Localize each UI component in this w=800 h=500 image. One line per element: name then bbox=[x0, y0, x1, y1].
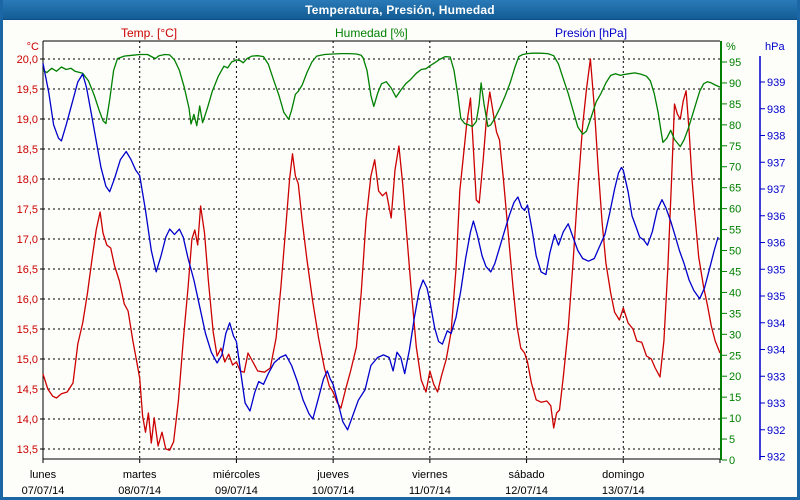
humidity-axis-unit: % bbox=[726, 41, 736, 53]
temp-tick-label: 17,5 bbox=[17, 204, 38, 216]
temp-axis-unit: °C bbox=[27, 41, 39, 53]
pressure-tick-label: 937 bbox=[767, 184, 785, 196]
temp-tick-label: 15,5 bbox=[17, 324, 38, 336]
date-label: 08/07/14 bbox=[118, 485, 161, 497]
temp-tick-label: 16,5 bbox=[17, 264, 38, 276]
humidity-tick-label: 15 bbox=[729, 392, 741, 404]
weekday-label: sábado bbox=[509, 469, 545, 481]
pressure-tick-label: 936 bbox=[767, 211, 785, 223]
date-label: 12/07/14 bbox=[505, 485, 548, 497]
weekday-label: jueves bbox=[316, 469, 349, 481]
humidity-tick-label: 70 bbox=[729, 162, 741, 174]
date-label: 07/07/14 bbox=[22, 485, 65, 497]
date-label: 13/07/14 bbox=[602, 485, 645, 497]
temp-tick-label: 14,0 bbox=[17, 414, 38, 426]
humidity-tick-label: 40 bbox=[729, 287, 741, 299]
pressure-tick-label: 934 bbox=[767, 318, 785, 330]
humidity-tick-label: 50 bbox=[729, 246, 741, 258]
humidity-tick-label: 35 bbox=[729, 308, 741, 320]
humidity-tick-label: 55 bbox=[729, 225, 741, 237]
humidity-tick-label: 30 bbox=[729, 329, 741, 341]
humidity-series-line bbox=[43, 53, 720, 146]
temperature-series-line bbox=[43, 59, 720, 450]
pressure-tick-label: 932 bbox=[767, 425, 785, 437]
pressure-tick-label: 935 bbox=[767, 291, 785, 303]
pressure-axis-unit: hPa bbox=[765, 41, 785, 53]
temp-tick-label: 20,0 bbox=[17, 54, 38, 66]
temp-tick-label: 14,5 bbox=[17, 384, 38, 396]
humidity-tick-label: 75 bbox=[729, 141, 741, 153]
humidity-tick-label: 10 bbox=[729, 413, 741, 425]
humidity-tick-label: 65 bbox=[729, 183, 741, 195]
weekday-label: domingo bbox=[602, 469, 644, 481]
pressure-tick-label: 932 bbox=[767, 452, 785, 464]
date-label: 11/07/14 bbox=[409, 485, 451, 497]
pressure-tick-label: 933 bbox=[767, 371, 785, 383]
temp-tick-label: 19,5 bbox=[17, 84, 38, 96]
pressure-tick-label: 937 bbox=[767, 157, 785, 169]
temp-tick-label: 18,0 bbox=[17, 174, 38, 186]
weekday-label: viernes bbox=[412, 469, 448, 481]
humidity-tick-label: 90 bbox=[729, 78, 741, 90]
pressure-tick-label: 936 bbox=[767, 238, 785, 250]
humidity-tick-label: 45 bbox=[729, 266, 741, 278]
humidity-tick-label: 60 bbox=[729, 204, 741, 216]
pressure-tick-label: 933 bbox=[767, 398, 785, 410]
humidity-tick-label: 5 bbox=[729, 434, 735, 446]
pressure-series-line bbox=[43, 63, 718, 430]
date-label: 09/07/14 bbox=[215, 485, 258, 497]
pressure-tick-label: 935 bbox=[767, 264, 785, 276]
humidity-tick-label: 85 bbox=[729, 99, 741, 111]
humidity-tick-label: 95 bbox=[729, 57, 741, 69]
temp-tick-label: 13,5 bbox=[17, 444, 38, 456]
humidity-tick-label: 0 bbox=[729, 455, 735, 467]
humidity-tick-label: 25 bbox=[729, 350, 741, 362]
temp-tick-label: 17,0 bbox=[17, 234, 38, 246]
humidity-tick-label: 80 bbox=[729, 120, 741, 132]
pressure-tick-label: 934 bbox=[767, 345, 785, 357]
pressure-tick-label: 938 bbox=[767, 104, 785, 116]
temp-tick-label: 16,0 bbox=[17, 294, 38, 306]
weekday-label: miércoles bbox=[213, 469, 261, 481]
temp-tick-label: 18,5 bbox=[17, 144, 38, 156]
chart-window: Temperatura, Presión, Humedad Temp. [°C]… bbox=[0, 0, 800, 500]
weekday-label: martes bbox=[123, 469, 157, 481]
humidity-tick-label: 20 bbox=[729, 371, 741, 383]
chart-plot-area: 20,0 19,5 19,0 18,5 18,0 17,5 17,0 16,5 16,0 15,5… bbox=[3, 0, 800, 500]
weekday-label: lunes bbox=[30, 469, 57, 481]
pressure-tick-label: 939 bbox=[767, 77, 785, 89]
pressure-tick-label: 938 bbox=[767, 131, 785, 143]
date-label: 10/07/14 bbox=[312, 485, 355, 497]
temp-tick-label: 19,0 bbox=[17, 114, 38, 126]
temp-tick-label: 15,0 bbox=[17, 354, 38, 366]
